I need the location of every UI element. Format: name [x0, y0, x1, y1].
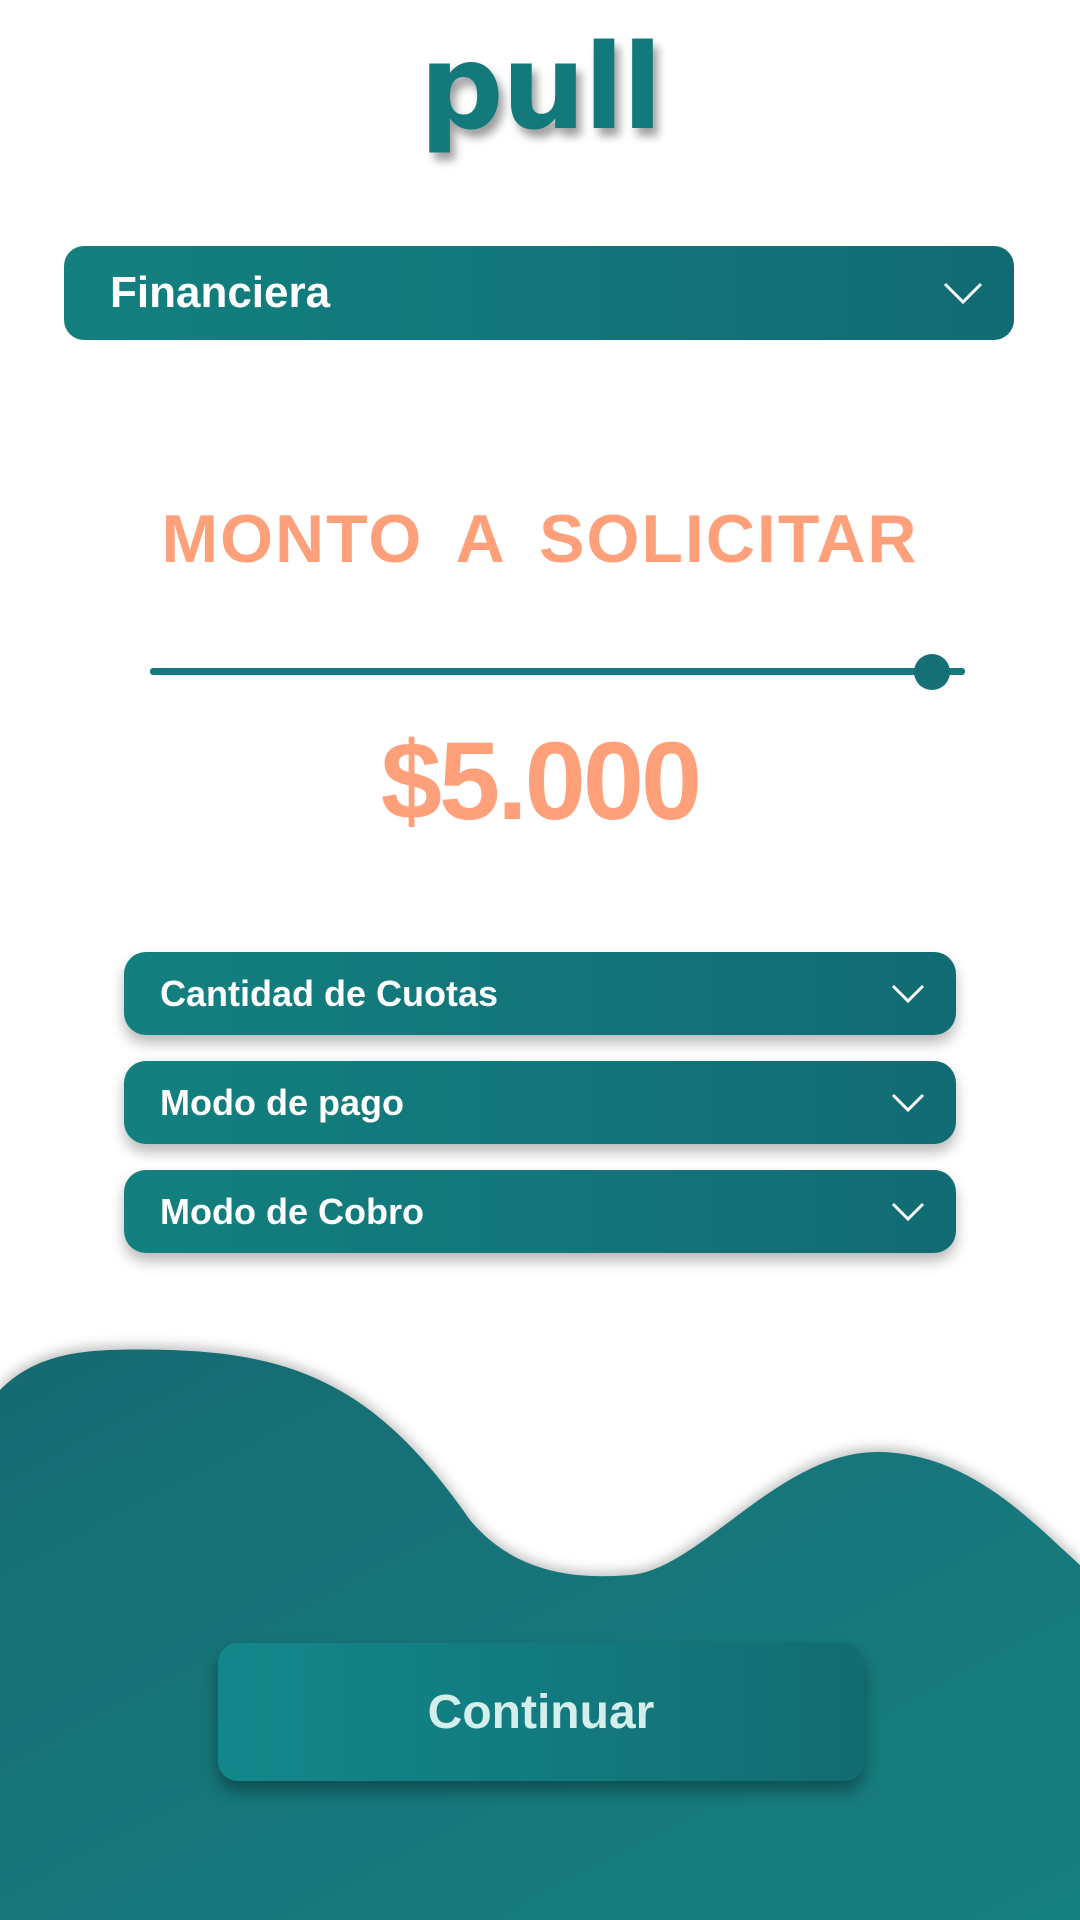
amount-value: $5.000: [380, 720, 702, 843]
amount-slider-track[interactable]: [150, 668, 965, 675]
app-logo: pull: [419, 18, 662, 156]
entity-select[interactable]: Financiera: [64, 246, 1014, 340]
amount-slider-thumb[interactable]: [914, 654, 951, 690]
entity-select-label: Financiera: [110, 268, 331, 317]
chevron-down-icon: [891, 984, 925, 1003]
continue-button[interactable]: Continuar: [218, 1643, 864, 1781]
collection-mode-select[interactable]: Modo de Cobro: [124, 1170, 956, 1253]
installments-select-label: Cantidad de Cuotas: [160, 972, 499, 1014]
payment-mode-select[interactable]: Modo de pago: [124, 1061, 956, 1144]
installments-select[interactable]: Cantidad de Cuotas: [124, 952, 956, 1035]
amount-title: MONTO A SOLICITAR: [161, 501, 919, 577]
chevron-down-icon: [891, 1202, 925, 1221]
background-wave: [0, 1349, 1080, 1920]
payment-mode-select-label: Modo de pago: [160, 1081, 404, 1123]
collection-mode-select-label: Modo de Cobro: [160, 1190, 424, 1232]
chevron-down-icon: [891, 1093, 925, 1112]
chevron-down-icon: [943, 282, 983, 305]
